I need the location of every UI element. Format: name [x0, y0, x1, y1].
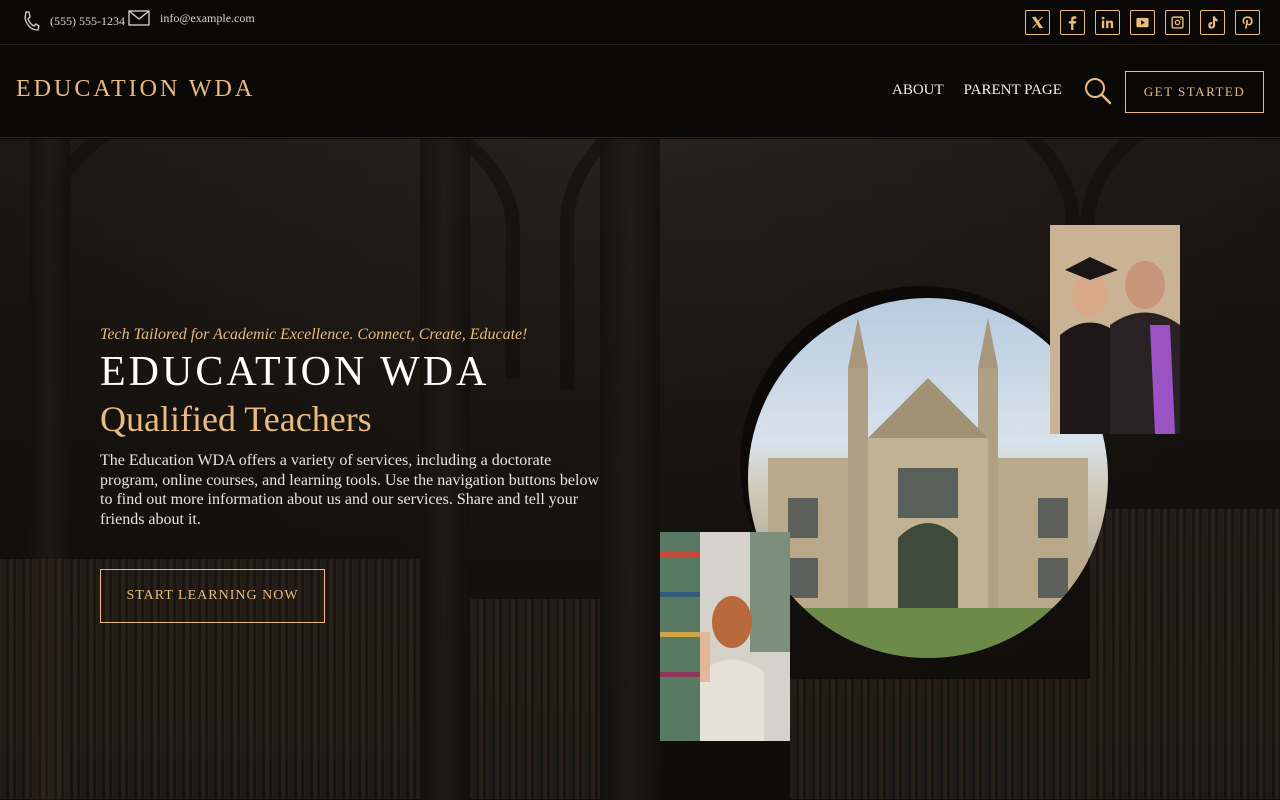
phone-contact[interactable]: (555) 555-1234 — [22, 10, 125, 32]
linkedin-icon[interactable] — [1095, 10, 1120, 35]
tiktok-icon[interactable] — [1200, 10, 1225, 35]
student-in-library-photo — [660, 532, 790, 741]
graduates-photo — [1050, 225, 1180, 434]
top-bar: (555) 555-1234 info@example.com — [0, 0, 1280, 45]
x-icon[interactable] — [1025, 10, 1050, 35]
facebook-icon[interactable] — [1060, 10, 1085, 35]
email-address: info@example.com — [160, 10, 255, 25]
youtube-icon[interactable] — [1130, 10, 1155, 35]
email-contact[interactable]: info@example.com — [128, 10, 255, 26]
main-nav: ABOUT PARENT PAGE — [892, 82, 1062, 99]
phone-number: (555) 555-1234 — [50, 13, 125, 28]
search-icon[interactable] — [1083, 76, 1113, 106]
pinterest-icon[interactable] — [1235, 10, 1260, 35]
hero-section: Tech Tailored for Academic Excellence. C… — [0, 139, 1280, 800]
social-links — [1025, 10, 1260, 35]
get-started-button[interactable]: GET STARTED — [1125, 71, 1264, 113]
site-header: EDUCATION WDA ABOUT PARENT PAGE GET STAR… — [0, 46, 1280, 138]
instagram-icon[interactable] — [1165, 10, 1190, 35]
start-learning-button[interactable]: START LEARNING NOW — [100, 569, 325, 623]
nav-about[interactable]: ABOUT — [892, 82, 944, 99]
phone-icon — [24, 11, 40, 31]
site-logo[interactable]: EDUCATION WDA — [16, 76, 255, 103]
hero-title: EDUCATION WDA — [100, 349, 490, 395]
nav-parent-page[interactable]: PARENT PAGE — [964, 82, 1062, 99]
hero-tagline: Tech Tailored for Academic Excellence. C… — [100, 326, 528, 343]
hero-subtitle: Qualified Teachers — [100, 399, 372, 439]
hero-description: The Education WDA offers a variety of se… — [100, 452, 600, 528]
mail-icon — [128, 10, 150, 26]
